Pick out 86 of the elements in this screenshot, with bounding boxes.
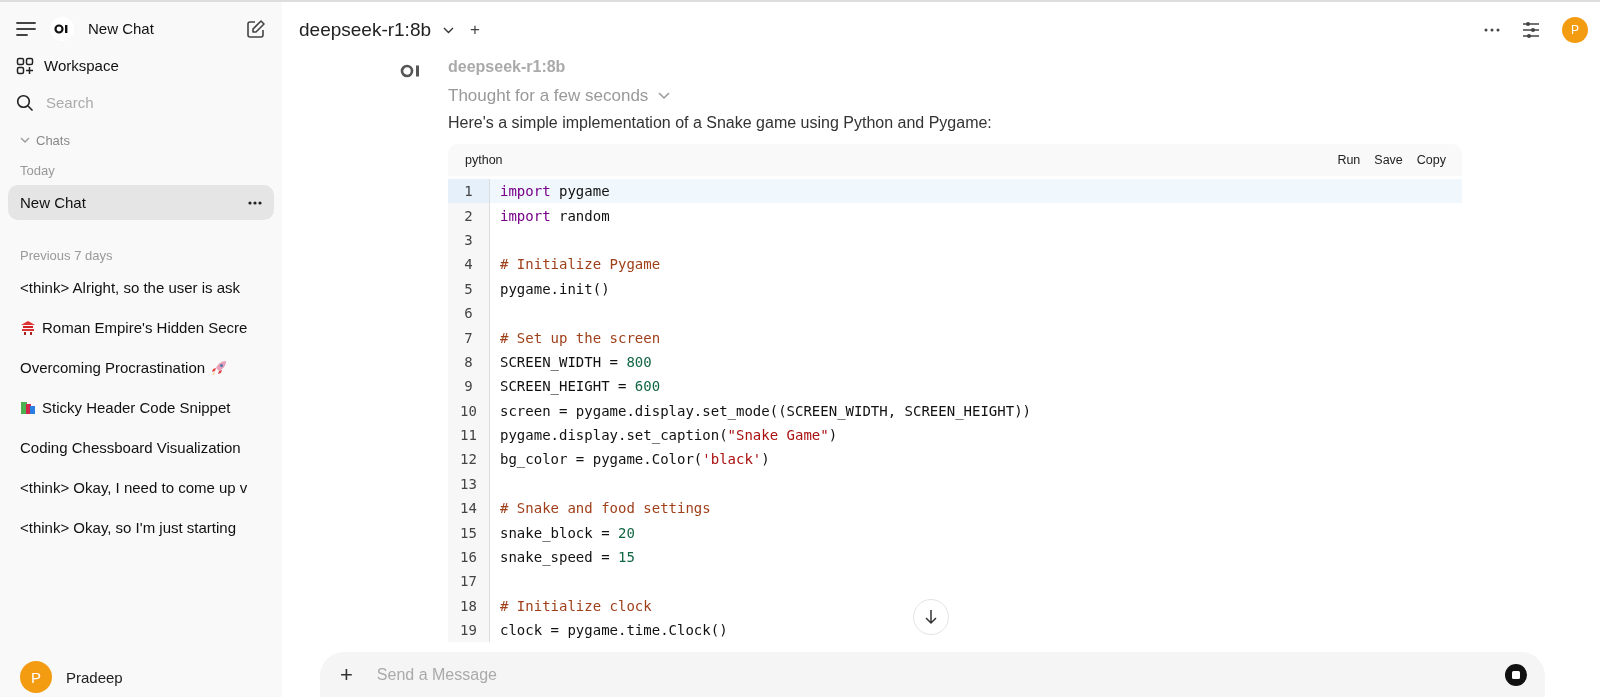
chat-list-item[interactable]: Overcoming Procrastination <box>8 350 274 385</box>
chat-title-text: <think> Okay, so I'm just starting <box>20 519 236 536</box>
line-number: 16 <box>448 544 490 570</box>
code-line: snake_speed = 15 <box>499 549 635 566</box>
date-group-label: Today <box>19 161 56 180</box>
line-number: 11 <box>448 422 490 448</box>
chat-title-text: Roman Empire's Hidden Secre <box>42 319 248 336</box>
code-line: SCREEN_WIDTH = 800 <box>499 353 652 370</box>
message-text: Here's a simple implementation of a Snake game using Python and Pygame: <box>448 114 993 132</box>
chat-title-text: <think> Okay, I need to come up v <box>20 479 248 496</box>
line-number: 9 <box>448 374 490 399</box>
code-line: import random <box>499 207 610 224</box>
scroll-down-button[interactable] <box>913 599 949 635</box>
chat-list-item[interactable]: Coding Chessboard Visualization <box>8 430 274 465</box>
chat-list-item[interactable]: <think> Okay, so I'm just starting <box>8 510 274 545</box>
line-number: 7 <box>448 325 490 350</box>
line-number: 6 <box>448 300 490 326</box>
code-line: snake_block = 20 <box>499 524 635 541</box>
chat-title-text: New Chat <box>20 194 86 211</box>
model-logo-icon <box>400 64 422 78</box>
workspace-link[interactable]: Workspace <box>44 57 119 74</box>
user-name: Pradeep <box>66 668 123 686</box>
chat-title-text: Sticky Header Code Snippet <box>42 399 231 416</box>
line-number: 14 <box>448 496 490 521</box>
compose-icon[interactable] <box>246 18 266 39</box>
line-number: 1 <box>448 179 490 204</box>
settings-icon[interactable] <box>1522 21 1540 39</box>
line-number: 19 <box>448 618 490 643</box>
line-number: 12 <box>448 447 490 472</box>
chat-title: New Chat <box>88 20 154 37</box>
more-icon[interactable] <box>248 200 262 205</box>
chat-title-text: Coding Chessboard Visualization <box>20 439 241 456</box>
chevron-icon[interactable] <box>20 135 30 145</box>
chat-list-item[interactable]: <think> Okay, I need to come up v <box>8 470 274 505</box>
code-line: # Snake and food settings <box>499 500 711 517</box>
attach-button[interactable]: + <box>340 661 353 688</box>
code-line: import pygame <box>499 183 610 200</box>
chat-list-item[interactable]: <think> Alright, so the user is ask <box>8 270 274 305</box>
chat-title-text: Overcoming Procrastination <box>20 359 206 376</box>
code-line: clock = pygame.time.Clock() <box>499 622 728 639</box>
chevron-down-icon[interactable] <box>443 26 455 34</box>
line-number: 13 <box>448 471 490 497</box>
line-number: 3 <box>448 227 490 253</box>
chat-title-text: <think> Alright, so the user is ask <box>20 279 241 296</box>
code-language-label: python <box>465 153 503 167</box>
code-line: screen = pygame.display.set_mode((SCREEN_WIDTH, SCREEN_HEIGHT)) <box>499 402 1031 419</box>
chats-section-label[interactable]: Chats <box>36 132 70 148</box>
line-number: 4 <box>448 252 490 277</box>
chat-list-item[interactable]: New Chat <box>8 185 274 220</box>
app-logo-icon <box>50 16 74 41</box>
chat-list-item[interactable]: Sticky Header Code Snippet <box>8 390 274 425</box>
code-line: # Initialize clock <box>499 597 652 614</box>
code-action-button[interactable]: Copy <box>1416 153 1446 167</box>
code-line: pygame.init() <box>499 280 610 297</box>
more-icon[interactable] <box>1484 28 1500 32</box>
search-field[interactable]: Search <box>44 93 248 112</box>
message-input[interactable]: Send a Message <box>374 664 1483 685</box>
stop-icon[interactable] <box>1505 663 1527 686</box>
workspace-icon <box>16 56 34 75</box>
model-selector[interactable]: deepseek-r1:8b <box>299 19 432 41</box>
code-action-button[interactable]: Save <box>1374 153 1403 167</box>
message-input-field[interactable]: + Send a Message <box>320 652 1545 697</box>
code-line: # Set up the screen <box>499 329 661 346</box>
line-number: 8 <box>448 349 490 375</box>
search-icon <box>16 93 34 112</box>
arrow-down-icon[interactable] <box>924 609 938 625</box>
books-icon <box>20 399 36 416</box>
code-line: pygame.display.set_caption("Snake Game") <box>499 427 838 444</box>
add-model-button[interactable]: + <box>466 20 484 40</box>
code-action-button[interactable]: Run <box>1337 153 1361 167</box>
line-number: 15 <box>448 520 490 545</box>
rocket-icon <box>211 359 228 376</box>
line-number: 10 <box>448 398 490 423</box>
message-author: deepseek-r1:8b <box>448 58 567 77</box>
chevron-icon[interactable] <box>658 92 671 100</box>
code-line: # Initialize Pygame <box>499 256 661 273</box>
temple-icon <box>20 319 36 336</box>
line-number: 18 <box>448 593 490 619</box>
line-number: 5 <box>448 276 490 301</box>
code-line: SCREEN_HEIGHT = 600 <box>499 378 661 395</box>
menu-icon[interactable] <box>16 20 36 37</box>
line-number: 17 <box>448 569 490 594</box>
code-line: bg_color = pygame.Color('black') <box>499 451 770 468</box>
date-group-label: Previous 7 days <box>19 246 114 265</box>
line-number: 2 <box>448 203 490 228</box>
chat-list-item[interactable]: Roman Empire's Hidden Secre <box>8 310 274 345</box>
